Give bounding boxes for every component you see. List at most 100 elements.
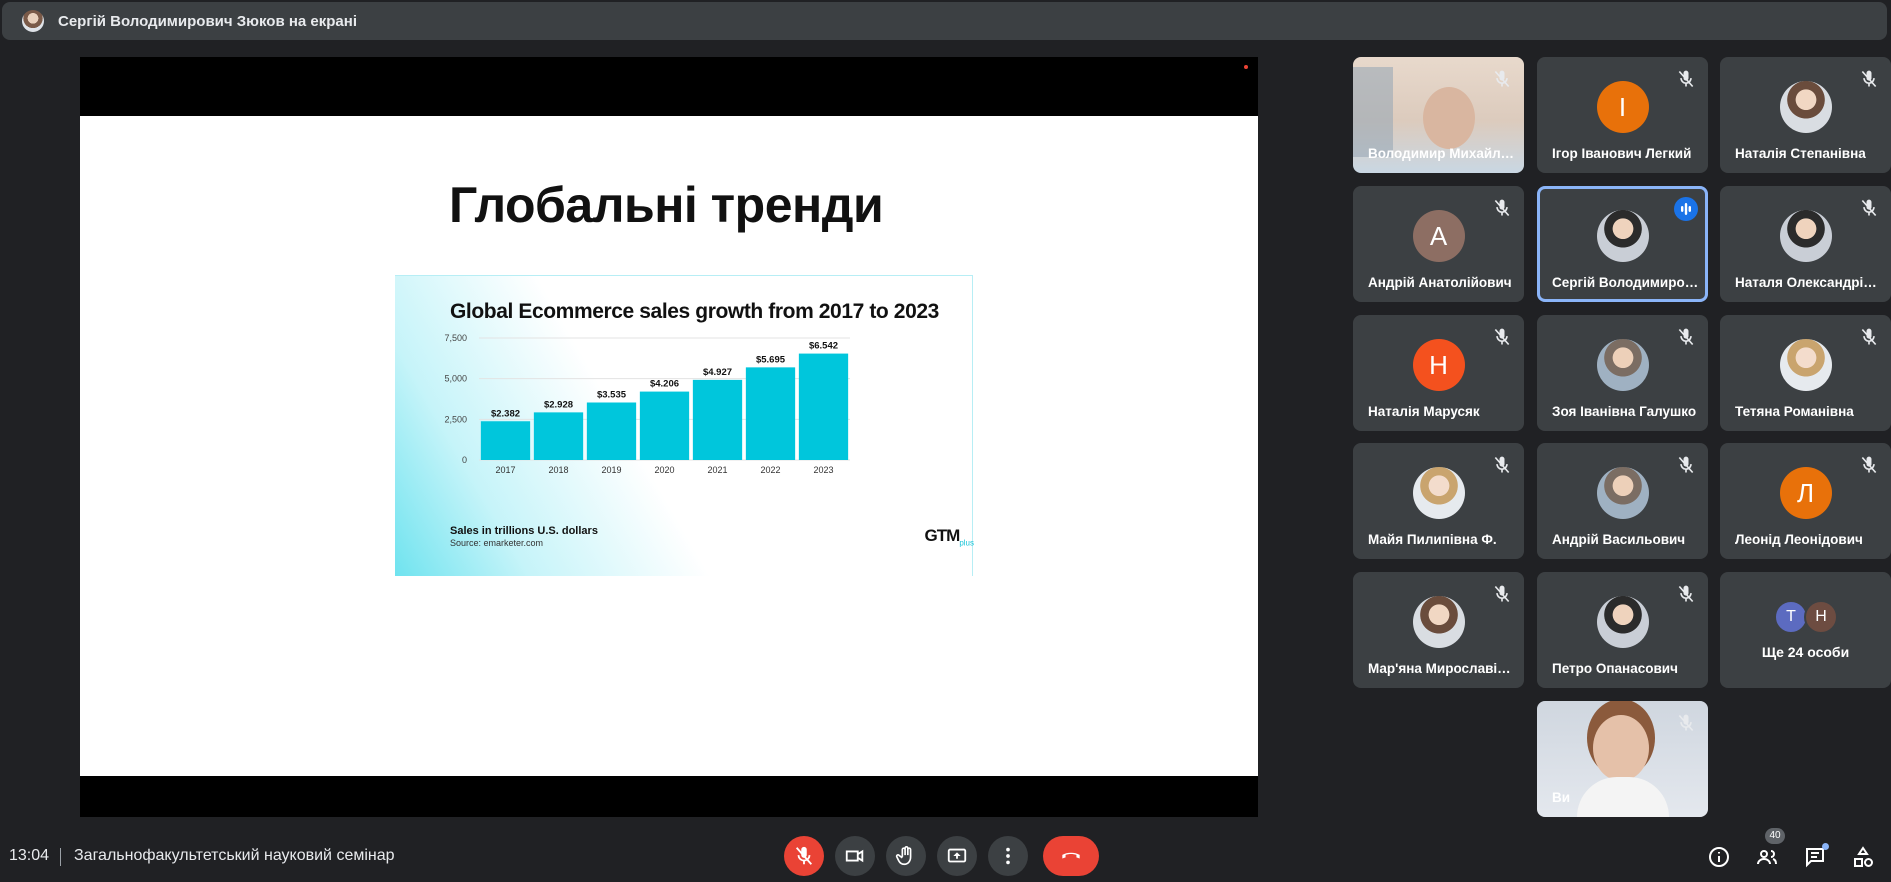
leave-call-button[interactable] — [1043, 836, 1099, 876]
camera-off-icon — [845, 849, 864, 863]
participant-avatar — [1412, 596, 1465, 648]
participant-avatar: І — [1596, 81, 1649, 133]
participant-name: Наталя Олександрівна — [1735, 275, 1883, 290]
mic-off-icon — [795, 846, 813, 865]
participant-name: Петро Опанасович — [1552, 661, 1678, 676]
participant-tile[interactable]: Андрій Васильович — [1537, 443, 1708, 559]
bar-value-label: $4.206 — [650, 379, 679, 390]
people-button[interactable] — [1754, 844, 1780, 870]
mic-muted-icon — [1676, 713, 1696, 733]
participant-name: Андрій Васильович — [1552, 532, 1686, 547]
participant-avatar — [1596, 339, 1649, 391]
clock: 13:04 — [9, 847, 50, 864]
x-tick-label: 2017 — [495, 465, 515, 475]
participant-avatar: Л — [1779, 467, 1832, 519]
slide: Глобальні тренди Global Ecommerce sales … — [80, 116, 1258, 776]
mic-toggle-button[interactable] — [784, 836, 824, 876]
x-tick-label: 2020 — [654, 465, 674, 475]
y-tick-label: 7,500 — [444, 333, 467, 343]
raise-hand-button[interactable] — [886, 836, 926, 876]
participant-avatar: А — [1412, 210, 1465, 262]
camera-toggle-button[interactable] — [835, 836, 875, 876]
meeting-title: Загальнофакультетський науковий семінар — [74, 847, 395, 864]
chart-footer: Sales in trillions U.S. dollars Source: … — [450, 525, 598, 548]
participant-avatar: Н — [1804, 600, 1838, 634]
participant-avatar: T — [1774, 600, 1808, 634]
participant-name: Наталія Марусяк — [1368, 404, 1480, 419]
mic-muted-icon — [1492, 69, 1512, 89]
chart-card: Global Ecommerce sales growth from 2017 … — [395, 275, 974, 576]
participant-tile[interactable]: А Андрій Анатолійович — [1353, 186, 1524, 302]
bar — [745, 367, 796, 460]
bar — [639, 391, 690, 460]
present-icon — [947, 848, 967, 863]
bar-value-label: $6.542 — [809, 341, 838, 352]
more-participants-label: Ще 24 особи — [1761, 644, 1850, 660]
mic-muted-icon — [1859, 198, 1879, 218]
participant-avatar — [1779, 81, 1832, 133]
participant-name: Сергій Володимирович — [1552, 275, 1700, 290]
divider — [60, 848, 61, 866]
present-screen-button[interactable] — [937, 836, 977, 876]
participant-tile[interactable]: Майя Пилипівна Ф. — [1353, 443, 1524, 559]
participant-avatar — [1779, 210, 1832, 262]
y-tick-label: 2,500 — [444, 414, 467, 424]
participant-tile[interactable]: Зоя Іванівна Галушко — [1537, 315, 1708, 431]
people-icon — [1757, 850, 1777, 865]
participant-name: Леонід Леонідович — [1735, 532, 1863, 547]
participant-name: Мар'яна Мирославівна — [1368, 661, 1516, 676]
info-icon — [1709, 847, 1729, 867]
slide-title: Глобальні тренди — [449, 177, 884, 233]
participant-name: Андрій Анатолійович — [1368, 275, 1512, 290]
recording-dot-icon — [1244, 65, 1248, 69]
video-background — [1353, 67, 1393, 157]
mic-muted-icon — [1492, 455, 1512, 475]
mic-muted-icon — [1676, 69, 1696, 89]
participant-avatar — [1779, 339, 1832, 391]
participant-tile[interactable]: Мар'яна Мирославівна — [1353, 572, 1524, 688]
chart-source: Source: emarketer.com — [450, 538, 544, 548]
participant-tile[interactable]: Петро Опанасович — [1537, 572, 1708, 688]
participant-tile[interactable]: Володимир Михайлович — [1353, 57, 1524, 173]
participant-tile[interactable]: Сергій Володимирович — [1537, 186, 1708, 302]
mic-muted-icon — [1492, 327, 1512, 347]
bottom-bar: 13:04 Загальнофакультетський науковий се… — [0, 828, 1891, 882]
y-tick-label: 0 — [462, 455, 467, 465]
bar — [533, 412, 584, 460]
meeting-details-button[interactable] — [1706, 844, 1732, 870]
bar-value-label: $4.927 — [703, 367, 732, 378]
participant-tile[interactable]: І Ігор Іванович Легкий — [1537, 57, 1708, 173]
x-tick-label: 2018 — [548, 465, 568, 475]
mic-muted-icon — [1492, 584, 1512, 604]
participant-tile[interactable]: Наталя Олександрівна — [1720, 186, 1891, 302]
bar-value-label: $2.928 — [544, 399, 573, 410]
hand-icon — [895, 846, 912, 866]
mic-muted-icon — [1676, 584, 1696, 604]
gtm-logo: GTMplus — [924, 526, 974, 548]
presentation-stage[interactable]: Глобальні тренди Global Ecommerce sales … — [80, 57, 1258, 817]
participant-avatar: Н — [1412, 339, 1465, 391]
bar — [798, 353, 849, 460]
mic-muted-icon — [1859, 69, 1879, 89]
x-tick-label: 2023 — [813, 465, 833, 475]
participant-avatar — [1412, 467, 1465, 519]
bar-value-label: $3.535 — [597, 389, 627, 400]
more-options-button[interactable] — [988, 836, 1028, 876]
participant-name: Наталія Степанівна — [1735, 146, 1866, 161]
participant-tile[interactable]: Л Леонід Леонідович — [1720, 443, 1891, 559]
y-tick-label: 5,000 — [444, 374, 467, 384]
bar — [692, 379, 743, 460]
activities-button[interactable] — [1850, 844, 1876, 870]
x-tick-label: 2022 — [760, 465, 780, 475]
participant-avatar — [1596, 210, 1649, 262]
participant-tile[interactable]: Ви — [1537, 701, 1708, 817]
presenting-title: Сергій Володимирович Зюков на екрані — [58, 12, 357, 30]
participant-tile[interactable]: Тетяна Романівна — [1720, 315, 1891, 431]
speaking-indicator-icon — [1674, 197, 1698, 221]
participant-tile[interactable]: Наталія Степанівна — [1720, 57, 1891, 173]
x-tick-label: 2021 — [707, 465, 727, 475]
participant-tile[interactable]: Н Наталія Марусяк — [1353, 315, 1524, 431]
presenting-banner: Сергій Володимирович Зюков на екрані — [2, 2, 1887, 40]
presenter-avatar — [22, 10, 44, 32]
more-participants-tile[interactable]: T Н Ще 24 особи — [1720, 572, 1891, 688]
